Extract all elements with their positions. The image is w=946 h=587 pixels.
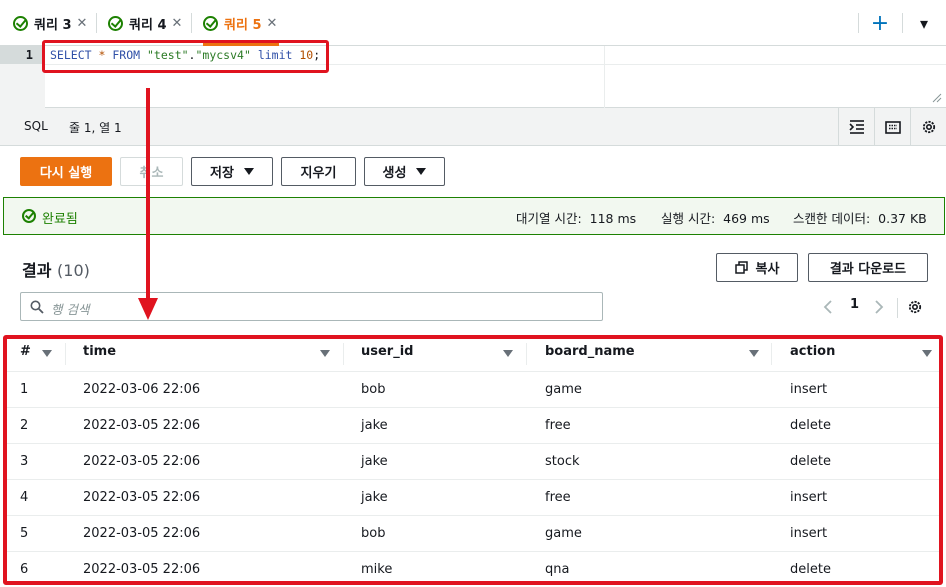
tab-divider: [96, 13, 97, 33]
success-check-icon: [13, 15, 28, 31]
run-time-stat: 실행 시간: 469 ms: [661, 208, 770, 227]
resize-handle-icon[interactable]: [932, 93, 942, 103]
results-highlight-box: [3, 335, 943, 585]
save-label: 저장: [210, 166, 234, 181]
row-search-input[interactable]: 행 검색: [20, 292, 603, 321]
data-scanned-label: 스캔한 데이터:: [793, 211, 871, 226]
print-margin: [604, 46, 605, 108]
caret-down-icon: [243, 168, 254, 175]
language-label: SQL: [24, 119, 48, 133]
keyboard-icon[interactable]: [874, 108, 910, 146]
cursor-position: 줄 1, 열 1: [69, 121, 122, 135]
close-icon[interactable]: ✕: [77, 16, 88, 31]
results-title: 결과 (10): [22, 257, 90, 281]
next-page-icon[interactable]: [874, 299, 884, 315]
add-tab-button[interactable]: +: [861, 0, 899, 46]
results-count: (10): [57, 261, 90, 280]
cancel-button[interactable]: 취소: [120, 157, 183, 186]
clear-button[interactable]: 지우기: [281, 157, 356, 186]
tab-menu-button[interactable]: ▾: [905, 0, 943, 46]
queue-time-stat: 대기열 시간: 118 ms: [516, 208, 636, 227]
tab-divider: [902, 13, 903, 33]
run-again-button[interactable]: 다시 실행: [20, 157, 112, 186]
tab-divider: [858, 13, 859, 33]
pager-divider: [897, 298, 898, 318]
success-check-icon: [203, 15, 218, 31]
success-check-icon: [22, 209, 36, 223]
search-icon: [30, 300, 44, 314]
tab-label: 쿼리 3: [34, 17, 72, 33]
data-scanned-stat: 스캔한 데이터: 0.37 KB: [793, 208, 927, 227]
editor-status-bar: SQL 줄 1, 열 1: [0, 108, 946, 146]
query-completed-banner: 완료됨 대기열 시간: 118 ms 실행 시간: 469 ms 스캔한 데이터…: [3, 197, 945, 235]
search-placeholder: 행 검색: [51, 302, 90, 317]
success-check-icon: [108, 15, 123, 31]
create-button[interactable]: 생성: [364, 157, 445, 186]
copy-label: 복사: [755, 262, 780, 277]
download-results-button[interactable]: 결과 다운로드: [808, 253, 928, 282]
close-icon[interactable]: ✕: [267, 16, 278, 31]
run-time-value: 469 ms: [723, 211, 770, 226]
completed-status: 완료됨: [42, 212, 78, 227]
copy-icon: [734, 260, 748, 274]
results-title-label: 결과: [22, 261, 52, 280]
prev-page-icon[interactable]: [823, 299, 833, 315]
create-label: 생성: [382, 166, 407, 181]
query-highlight-box: [42, 40, 329, 73]
table-settings-gear-icon[interactable]: [907, 299, 923, 315]
copy-button[interactable]: 복사: [716, 253, 798, 282]
tab-label: 쿼리 5: [224, 17, 262, 33]
data-scanned-value: 0.37 KB: [878, 211, 927, 226]
caret-down-icon: [416, 168, 427, 175]
current-page[interactable]: 1: [850, 297, 859, 312]
queue-time-label: 대기열 시간:: [516, 211, 582, 226]
save-button[interactable]: 저장: [191, 157, 273, 186]
format-query-icon[interactable]: [838, 108, 874, 146]
tab-divider: [191, 13, 192, 33]
settings-gear-icon[interactable]: [910, 108, 946, 146]
tab-label: 쿼리 4: [129, 17, 167, 33]
line-number: 1: [0, 46, 45, 64]
close-icon[interactable]: ✕: [172, 16, 183, 31]
run-time-label: 실행 시간:: [661, 211, 716, 226]
queue-time-value: 118 ms: [589, 211, 637, 226]
